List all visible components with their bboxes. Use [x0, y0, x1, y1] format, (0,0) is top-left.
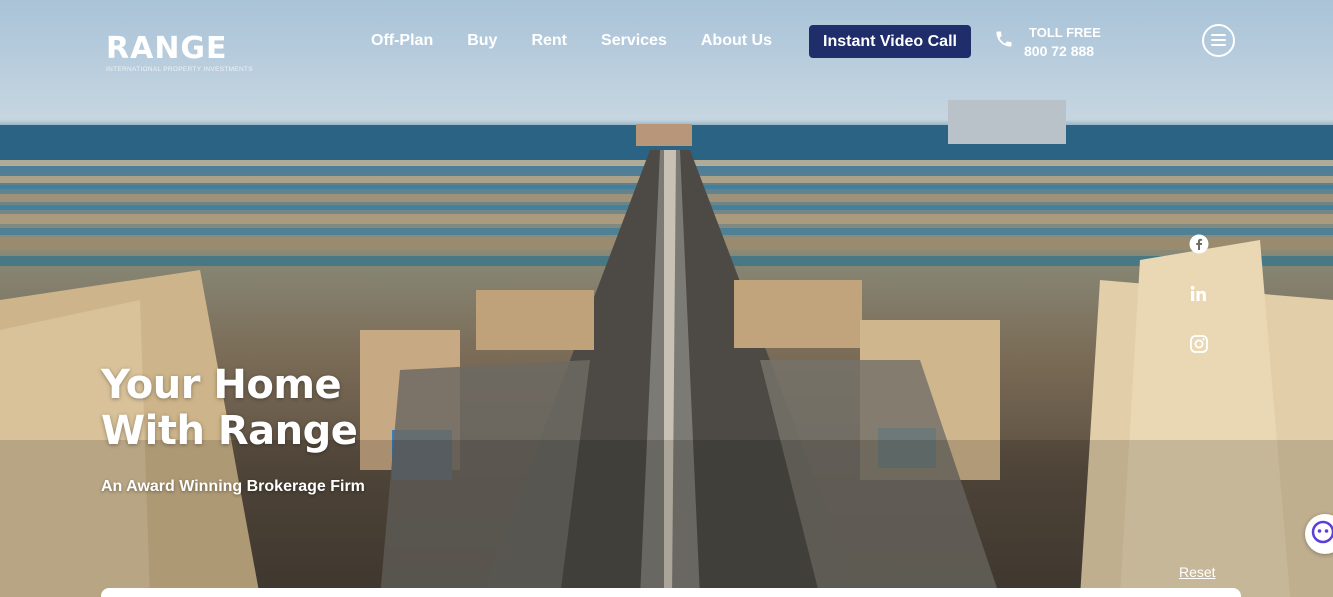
nav-item-off-plan[interactable]: Off-Plan — [354, 32, 450, 50]
brand-name: RANGE — [106, 31, 228, 66]
hamburger-menu-button[interactable] — [1202, 24, 1235, 57]
hamburger-menu-icon — [1211, 31, 1226, 50]
linkedin-icon[interactable] — [1189, 284, 1209, 304]
brand-tagline: INTERNATIONAL PROPERTY INVESTMENTS — [106, 66, 253, 73]
hero-subheadline: An Award Winning Brokerage Firm — [101, 478, 365, 495]
main-nav: Off-Plan Buy Rent Services About Us — [354, 29, 789, 53]
instagram-icon[interactable] — [1189, 334, 1209, 354]
hero-headline-line-2: With Range — [101, 408, 358, 454]
hero-headline: Your Home With Range — [101, 362, 358, 454]
nav-item-buy[interactable]: Buy — [450, 32, 514, 50]
nav-item-services[interactable]: Services — [584, 32, 684, 50]
toll-free-contact[interactable]: TOLL FREE 800 72 888 — [994, 23, 1101, 61]
hero-background-image — [0, 0, 1333, 597]
instant-video-call-button[interactable]: Instant Video Call — [809, 25, 971, 58]
nav-item-about-us[interactable]: About Us — [684, 32, 789, 50]
social-links — [1189, 234, 1209, 354]
facebook-icon[interactable] — [1189, 234, 1209, 254]
phone-icon — [994, 29, 1014, 49]
toll-free-label: TOLL FREE — [1029, 25, 1101, 40]
toll-free-number: 800 72 888 — [1024, 43, 1095, 59]
nav-item-rent[interactable]: Rent — [514, 32, 584, 50]
chat-bot-icon — [1311, 520, 1333, 548]
hero-headline-line-1: Your Home — [101, 362, 342, 408]
reset-link[interactable]: Reset — [1179, 564, 1216, 580]
property-search-bar[interactable] — [101, 588, 1241, 597]
brand-logo[interactable]: RANGE INTERNATIONAL PROPERTY INVESTMENTS — [106, 31, 253, 74]
